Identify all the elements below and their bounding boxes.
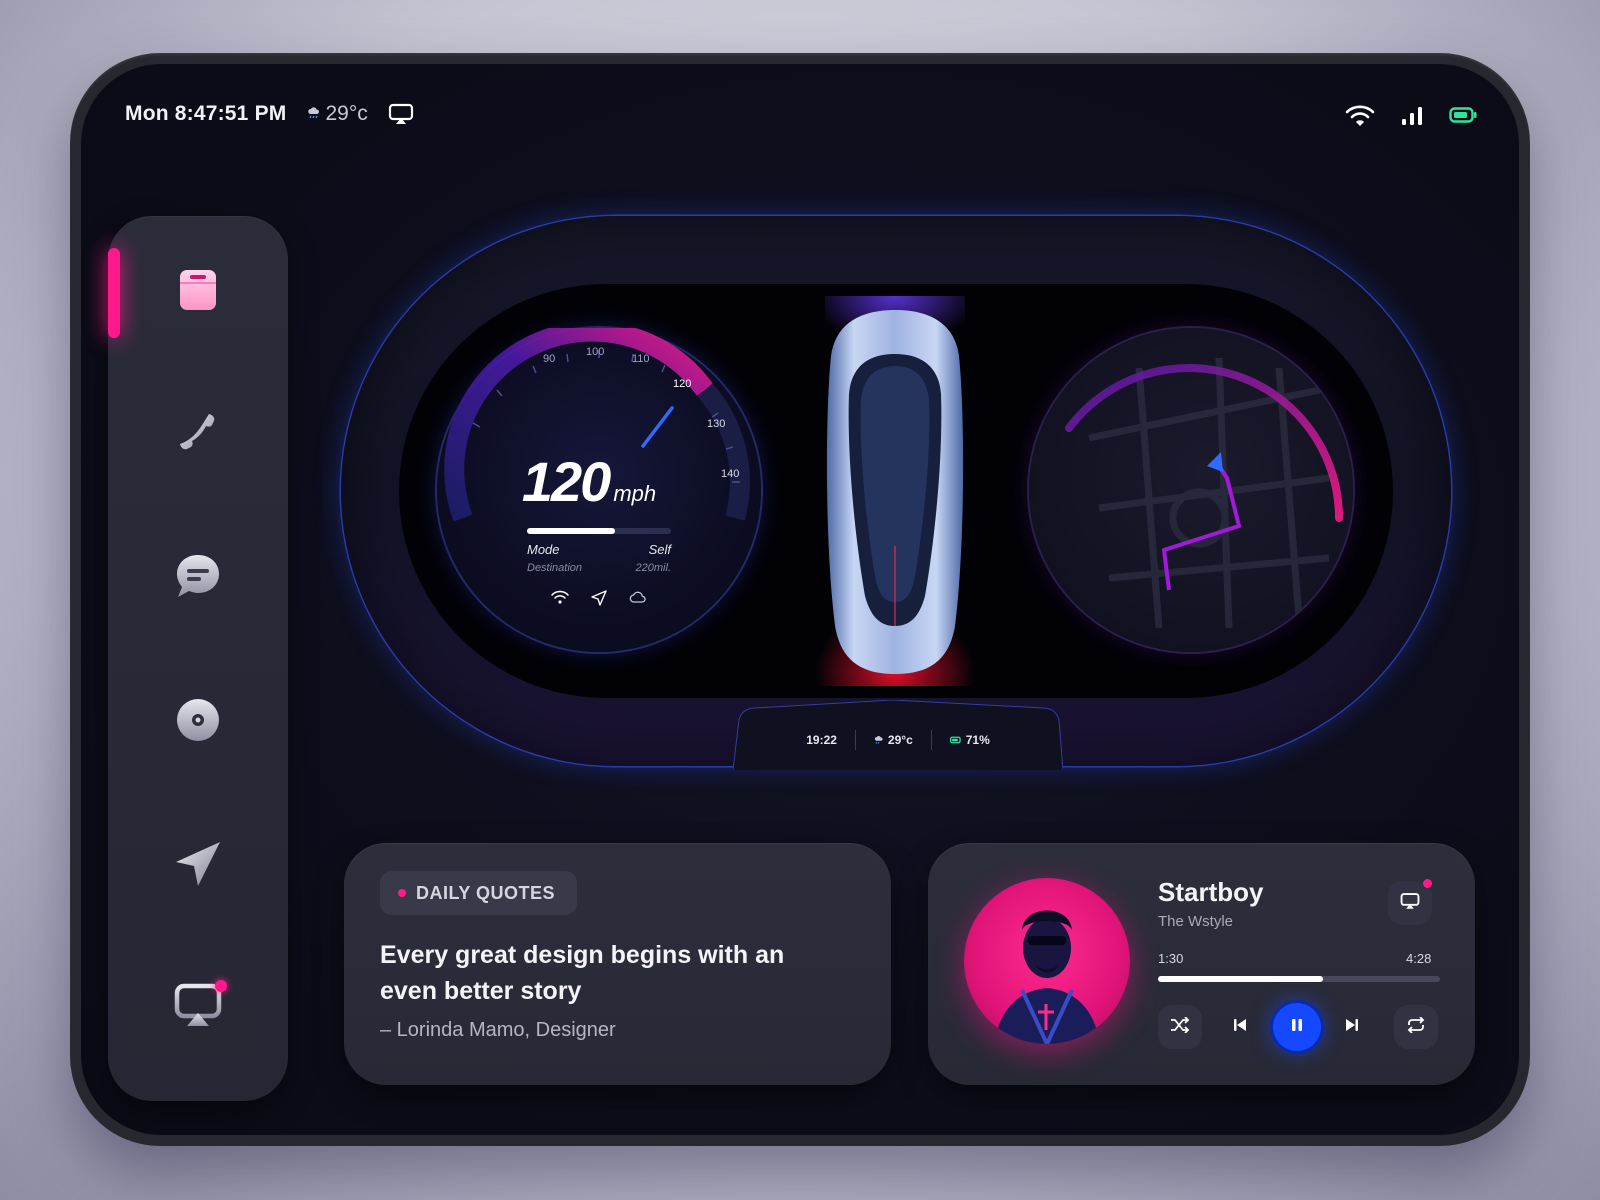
wifi-icon [1345, 104, 1375, 131]
music-player-card: Startboy The Wstyle 1:30 4:28 [928, 843, 1475, 1085]
navigation-icon[interactable] [591, 590, 607, 611]
status-weather: 29°c [307, 102, 368, 126]
speed-tick-label: 130 [707, 418, 726, 430]
cloud-icon[interactable] [629, 590, 647, 611]
notification-dot [1423, 879, 1432, 888]
destination-value: 220mil. [635, 562, 671, 574]
speed-tick-label: 110 [632, 353, 650, 365]
footer-battery: 71% [932, 733, 1008, 747]
sidebar-item-navigation[interactable] [168, 836, 228, 896]
pause-icon [1291, 1018, 1303, 1037]
next-button[interactable] [1330, 1005, 1374, 1049]
speed-tick-label: 120 [673, 378, 692, 390]
car-top-view [815, 296, 975, 686]
cluster-footer: 19:22 29°c 71% [733, 730, 1063, 750]
pause-button[interactable] [1273, 1003, 1321, 1051]
chat-icon [173, 551, 223, 606]
playback-progress-fill [1158, 976, 1324, 982]
repeat-button[interactable] [1394, 1005, 1438, 1049]
speed-progress-fill [527, 528, 615, 534]
quote-text: Every great design begins with an even b… [380, 941, 785, 1005]
quote-author: – Lorinda Mamo, Designer [380, 1019, 616, 1041]
battery-icon [949, 736, 961, 744]
disc-icon [175, 697, 221, 748]
song-artist: The Wstyle [1158, 913, 1234, 930]
dashboard-screen: Mon 8:47:51 PM 29°c 90 100 110 120 130 1… [81, 64, 1519, 1135]
badge-dot [398, 889, 406, 897]
sidebar [108, 216, 288, 1101]
footer-temperature: 29°c [887, 733, 913, 747]
previous-icon [1233, 1018, 1247, 1037]
speed-tick-label: 90 [543, 353, 556, 365]
next-icon [1345, 1018, 1359, 1037]
battery-icon [1449, 107, 1477, 128]
shuffle-button[interactable] [1158, 1005, 1202, 1049]
notification-dot [215, 979, 227, 992]
elapsed-time: 1:30 [1158, 951, 1184, 966]
speed-readout: 120 mph [437, 449, 761, 514]
wifi-icon[interactable] [551, 590, 569, 611]
destination-label: Destination [527, 562, 583, 574]
playback-progress-bar[interactable] [1158, 976, 1440, 982]
sidebar-item-phone[interactable] [168, 403, 228, 463]
quote-badge-label: DAILY QUOTES [416, 882, 556, 903]
duration-time: 4:28 [1406, 951, 1432, 966]
rain-cloud-icon [874, 735, 883, 744]
sidebar-item-dashboard[interactable] [168, 261, 228, 321]
playback-controls [1158, 1003, 1440, 1053]
navigation-map[interactable] [1029, 328, 1353, 652]
speed-unit: mph [613, 481, 657, 506]
speed-value: 120 [521, 450, 611, 513]
card-icon [176, 265, 220, 318]
cast-button[interactable] [1388, 879, 1432, 925]
sidebar-item-cast[interactable] [168, 976, 228, 1036]
speed-progress-bar [527, 528, 671, 534]
navigation-arrow-icon [172, 838, 224, 895]
gauge-icon-row [437, 590, 761, 611]
sidebar-item-music[interactable] [168, 692, 228, 752]
sidebar-active-indicator [108, 248, 120, 338]
mode-row: Mode Self [527, 542, 671, 557]
daily-quote-card: DAILY QUOTES Every great design begins w… [344, 843, 891, 1085]
signal-icon [1401, 105, 1423, 130]
status-icons [1345, 104, 1477, 131]
status-bar: Mon 8:47:51 PM 29°c [125, 102, 414, 126]
sidebar-item-messages[interactable] [168, 548, 228, 608]
shuffle-icon [1170, 1015, 1190, 1038]
footer-battery-value: 71% [965, 733, 990, 747]
album-art[interactable] [964, 878, 1130, 1044]
cast-icon [173, 979, 227, 1033]
footer-time: 19:22 [806, 733, 837, 747]
repeat-icon [1406, 1015, 1426, 1038]
phone-icon [176, 409, 220, 458]
mode-value: Self [648, 542, 671, 557]
cast-icon [1400, 892, 1420, 915]
mode-label: Mode [527, 542, 560, 557]
device-frame: Mon 8:47:51 PM 29°c 90 100 110 120 130 1… [70, 53, 1530, 1146]
status-datetime: Mon 8:47:51 PM [125, 102, 287, 125]
screen-cast-icon[interactable] [388, 103, 414, 125]
destination-row: Destination 220mil. [527, 562, 671, 574]
rain-cloud-icon [307, 106, 321, 123]
speed-tick-label: 100 [586, 346, 605, 358]
previous-button[interactable] [1218, 1005, 1262, 1049]
footer-weather: 29°c [856, 733, 931, 747]
instrument-cluster: 90 100 110 120 130 140 120 mph Mode Self … [341, 216, 1451, 770]
quote-badge: DAILY QUOTES [380, 871, 578, 915]
status-temperature: 29°c [325, 102, 368, 125]
speedometer: 90 100 110 120 130 140 120 mph Mode Self … [437, 328, 761, 652]
song-title: Startboy [1158, 877, 1264, 907]
